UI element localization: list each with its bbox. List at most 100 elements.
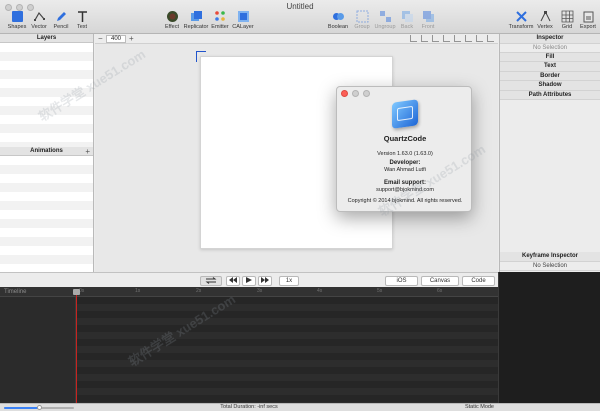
timeline-tick: 1s: [135, 288, 141, 294]
grid-icon: [561, 10, 573, 23]
canvas-button[interactable]: Canvas: [421, 276, 459, 286]
about-email-heading: Email support:: [383, 180, 426, 186]
inspector-section-fill[interactable]: Fill: [500, 52, 600, 62]
distribute-horizontal-icon[interactable]: [476, 35, 483, 42]
front-tool[interactable]: Front: [413, 10, 443, 30]
about-window-controls: [341, 90, 370, 97]
add-animation-button[interactable]: +: [85, 147, 90, 156]
layers-header: Layers: [0, 34, 93, 43]
about-email-link[interactable]: support@bjokmind.com: [337, 187, 473, 193]
loop-button[interactable]: [200, 276, 222, 286]
keyframe-inspector-body: [498, 272, 600, 403]
code-button-label: Code: [471, 278, 486, 284]
code-button[interactable]: Code: [462, 276, 495, 286]
toolbar: Untitled Shapes Vector Pencil Text Effec…: [0, 0, 600, 34]
inspector-section-text[interactable]: Text: [500, 62, 600, 72]
boolean-label: Boolean: [327, 24, 349, 30]
align-bottom-icon[interactable]: [465, 35, 472, 42]
playback-bar: 1x iOS Canvas Code: [0, 272, 498, 287]
align-center-icon[interactable]: [421, 35, 428, 42]
platform-select[interactable]: iOS: [385, 276, 418, 286]
about-minimize-button: [352, 90, 359, 97]
keyframe-inspector-selection: No Selection: [500, 262, 600, 271]
about-close-button[interactable]: [341, 90, 348, 97]
zoom-in-button[interactable]: +: [129, 34, 134, 43]
about-developer-name: Wan Ahmad Lutfi: [384, 167, 426, 173]
export-label: Export: [580, 24, 596, 30]
timeline-tick: 5s: [377, 288, 383, 294]
origin-y-axis-icon: [196, 51, 197, 62]
effect-label: Effect: [165, 24, 179, 30]
about-version: Version 1.63.0 (1.63.0): [377, 151, 433, 157]
vector-label: Vector: [31, 24, 47, 30]
rewind-button[interactable]: [226, 276, 240, 286]
grid-label: Grid: [561, 24, 573, 30]
export-tool[interactable]: Export: [573, 10, 600, 30]
play-icon: [246, 277, 252, 283]
speed-select[interactable]: 1x: [279, 276, 299, 286]
text-label: Text: [76, 24, 88, 30]
fast-forward-button[interactable]: [258, 276, 272, 286]
vector-icon: [33, 11, 45, 21]
playhead-handle[interactable]: [73, 289, 80, 295]
timeline-tick: 2s: [196, 288, 202, 294]
align-tools: [410, 35, 494, 42]
loop-icon: [205, 277, 217, 284]
layers-list[interactable]: [0, 43, 93, 147]
inspector-pane: Inspector No Selection Fill Text Border …: [499, 34, 600, 272]
keyframe-inspector-title: Keyframe Inspector: [500, 252, 600, 262]
front-label: Front: [421, 24, 435, 30]
timeline-tick: 3s: [257, 288, 263, 294]
send-back-icon: [401, 11, 413, 22]
back-label: Back: [400, 24, 414, 30]
keyframe-inspector: Keyframe Inspector No Selection: [500, 252, 600, 271]
fast-forward-icon: [261, 277, 269, 283]
rewind-icon: [229, 277, 237, 283]
about-dialog: QuartzCode Version 1.63.0 (1.63.0) Devel…: [336, 86, 472, 212]
align-right-icon[interactable]: [432, 35, 439, 42]
playhead[interactable]: [76, 290, 77, 403]
inspector-selection: No Selection: [500, 44, 600, 53]
align-middle-icon[interactable]: [454, 35, 461, 42]
text-tool[interactable]: Text: [67, 10, 97, 30]
transform-icon: [515, 11, 527, 22]
about-app-name: QuartzCode: [383, 134, 427, 143]
inspector-section-shadow[interactable]: Shadow: [500, 81, 600, 91]
align-left-icon[interactable]: [410, 35, 417, 42]
zoom-out-button[interactable]: −: [98, 34, 103, 43]
layers-pane: Layers Animations +: [0, 34, 94, 272]
align-top-icon[interactable]: [443, 35, 450, 42]
ungroup-icon: [379, 11, 391, 22]
animations-header: Animations +: [0, 147, 93, 156]
inspector-section-border[interactable]: Border: [500, 71, 600, 81]
zoom-field[interactable]: 400: [106, 35, 126, 43]
status-bar: Total Duration: -inf secs Static Mode: [0, 403, 600, 411]
group-label: Group: [354, 24, 370, 30]
vertex-icon: [540, 10, 550, 22]
timeline-tracks[interactable]: [77, 297, 498, 403]
inspector-section-path-attributes[interactable]: Path Attributes: [500, 90, 600, 100]
distribute-vertical-icon[interactable]: [487, 35, 494, 42]
group-icon: [356, 10, 368, 23]
about-developer-heading: Developer:: [389, 160, 421, 166]
timeline[interactable]: Timeline 0s 1s 2s 3s 4s 5s 6s: [0, 287, 498, 403]
play-button[interactable]: [242, 276, 256, 286]
animations-list[interactable]: [0, 156, 93, 271]
shapes-icon: [11, 11, 23, 22]
animations-title: Animations: [30, 148, 63, 154]
calayer-tool[interactable]: CALayer: [228, 10, 258, 30]
about-zoom-button: [363, 90, 370, 97]
total-duration: Total Duration: -inf secs: [220, 404, 278, 410]
canvas-toolbar: − 400 +: [95, 34, 498, 44]
calayer-icon: [237, 11, 249, 22]
pencil-icon: [56, 12, 66, 21]
platform-value: iOS: [396, 278, 407, 284]
replicator-icon: [190, 11, 202, 21]
export-icon: [583, 11, 593, 23]
canvas-button-label: Canvas: [429, 278, 451, 284]
timeline-tick: 4s: [317, 288, 323, 294]
boolean-icon: [332, 13, 344, 20]
about-copyright: Copyright © 2014 bjokmind. All rights re…: [347, 198, 463, 204]
timeline-track-names: [0, 297, 76, 403]
origin-x-axis-icon: [196, 51, 206, 52]
